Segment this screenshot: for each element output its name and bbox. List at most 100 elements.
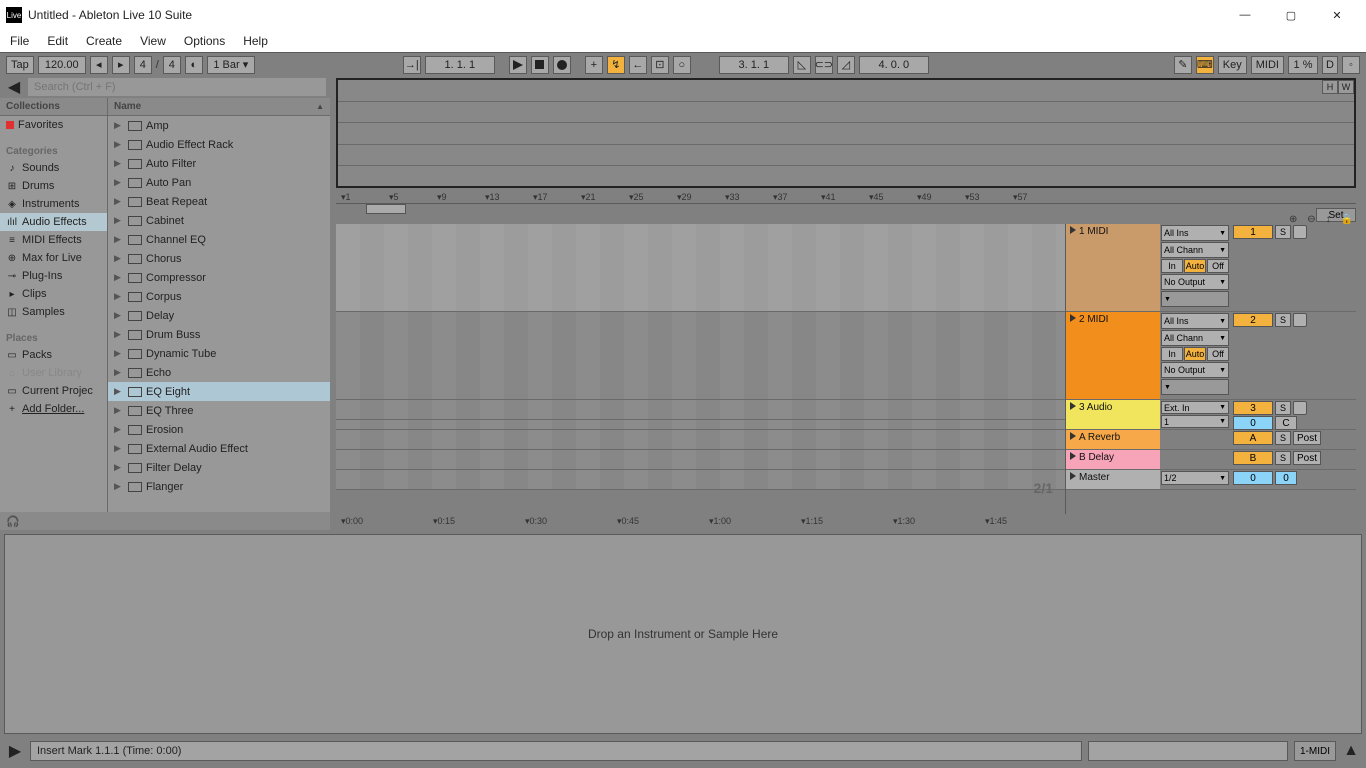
device-item[interactable]: ▶Auto Filter — [108, 154, 330, 173]
loop-button[interactable]: ⊂⊃ — [815, 56, 833, 74]
punch-position[interactable]: 3. 1. 1 — [719, 56, 789, 74]
output-channel[interactable] — [1161, 291, 1229, 307]
output-channel[interactable] — [1161, 379, 1229, 395]
monitor-off[interactable]: Off — [1207, 259, 1229, 273]
loop-brace[interactable] — [366, 204, 406, 214]
close-button[interactable]: ✕ — [1314, 0, 1360, 30]
lock-icon[interactable]: 🔒 — [1341, 214, 1353, 225]
input-channel[interactable]: All Chann — [1161, 242, 1229, 258]
device-item[interactable]: ▶Chorus — [108, 249, 330, 268]
punch-out-button[interactable]: ◿ — [837, 56, 855, 74]
loop-length[interactable]: 4. 0. 0 — [859, 56, 929, 74]
sig-num[interactable]: 4 — [134, 56, 152, 74]
monitor-in[interactable]: In — [1161, 347, 1183, 361]
solo[interactable]: S — [1275, 225, 1291, 239]
pan[interactable]: C — [1275, 416, 1297, 430]
master-header[interactable]: Master 1/2 00 — [1066, 470, 1356, 490]
output-type[interactable]: No Output — [1161, 274, 1229, 290]
activator[interactable]: A — [1233, 431, 1273, 445]
track-3-header[interactable]: 3 Audio Ext. In 1 3S 0C — [1066, 400, 1356, 430]
cat-midi-effects[interactable]: ≡MIDI Effects — [0, 231, 107, 249]
menu-options[interactable]: Options — [184, 34, 225, 48]
overdub-button[interactable]: + — [585, 56, 603, 74]
track-1-header[interactable]: 1 MIDI All Ins All Chann InAutoOff No Ou… — [1066, 224, 1356, 312]
capture-button[interactable]: ⊡ — [651, 56, 669, 74]
track-name[interactable]: A Reverb — [1079, 432, 1120, 443]
track-2-header[interactable]: 2 MIDI All Ins All Chann InAutoOff No Ou… — [1066, 312, 1356, 400]
monitor-in[interactable]: In — [1161, 259, 1183, 273]
draw-mode-button[interactable]: ✎ — [1174, 56, 1192, 74]
solo[interactable]: S — [1275, 451, 1291, 465]
nudge-up-button[interactable]: ▸ — [112, 56, 130, 74]
solo[interactable]: S — [1275, 401, 1291, 415]
device-item[interactable]: ▶Flanger — [108, 477, 330, 496]
menu-edit[interactable]: Edit — [47, 34, 68, 48]
tempo-field[interactable]: 120.00 — [38, 56, 86, 74]
arm[interactable] — [1293, 401, 1307, 415]
device-item[interactable]: ▶Cabinet — [108, 211, 330, 230]
place-current-project[interactable]: ▭Current Projec — [0, 382, 107, 400]
fold-icon[interactable] — [1070, 314, 1076, 322]
search-input[interactable] — [28, 78, 326, 96]
cat-instruments[interactable]: ◈Instruments — [0, 195, 107, 213]
cat-audio-effects[interactable]: ılılAudio Effects — [0, 213, 107, 231]
name-column-header[interactable]: Name▲ — [108, 98, 330, 116]
device-item[interactable]: ▶Audio Effect Rack — [108, 135, 330, 154]
sig-den[interactable]: 4 — [163, 56, 181, 74]
device-item[interactable]: ▶Delay — [108, 306, 330, 325]
play-icon[interactable] — [1070, 472, 1076, 480]
overload-indicator[interactable]: D — [1322, 56, 1338, 74]
solo[interactable]: S — [1275, 313, 1291, 327]
place-packs[interactable]: ▭Packs — [0, 346, 107, 364]
device-item[interactable]: ▶Drum Buss — [108, 325, 330, 344]
browser-back-button[interactable]: ◀ — [4, 78, 24, 96]
device-item[interactable]: ▶Auto Pan — [108, 173, 330, 192]
device-item[interactable]: ▶Compressor — [108, 268, 330, 287]
play-icon[interactable] — [1070, 432, 1076, 440]
record-button[interactable] — [553, 56, 571, 74]
cat-sounds[interactable]: ♪Sounds — [0, 159, 107, 177]
play-icon[interactable] — [1070, 452, 1076, 460]
tap-button[interactable]: Tap — [6, 56, 34, 74]
preview-button[interactable]: 🎧 — [6, 515, 20, 528]
track-name[interactable]: Master — [1079, 472, 1110, 483]
input-channel[interactable]: All Chann — [1161, 330, 1229, 346]
device-item[interactable]: ▶Amp — [108, 116, 330, 135]
activator[interactable]: 2 — [1233, 313, 1273, 327]
activator[interactable]: 3 — [1233, 401, 1273, 415]
volume[interactable]: 0 — [1233, 416, 1273, 430]
menu-help[interactable]: Help — [243, 34, 268, 48]
cat-max-for-live[interactable]: ⊕Max for Live — [0, 249, 107, 267]
monitor-auto[interactable]: Auto — [1184, 259, 1206, 273]
input-type[interactable]: All Ins — [1161, 313, 1229, 329]
device-item[interactable]: ▶Filter Delay — [108, 458, 330, 477]
add-icon[interactable]: ⊕ — [1289, 214, 1297, 225]
input-channel[interactable]: 1 — [1161, 415, 1229, 428]
device-item[interactable]: ▶Corpus — [108, 287, 330, 306]
help-view-button[interactable]: ▶ — [6, 742, 24, 760]
cue-out[interactable]: 1/2 — [1161, 471, 1229, 485]
track-name[interactable]: 1 MIDI — [1079, 226, 1108, 237]
arm[interactable] — [1293, 225, 1307, 239]
time-ruler[interactable]: ▾0:00▾0:15▾0:30▾0:45▾1:00▾1:15▾1:30▾1:45 — [336, 514, 1356, 530]
return-b-header[interactable]: B Delay BSPost — [1066, 450, 1356, 470]
midi-map-button[interactable]: MIDI — [1251, 56, 1284, 74]
activator[interactable]: B — [1233, 451, 1273, 465]
device-item[interactable]: ▶EQ Eight — [108, 382, 330, 401]
device-item[interactable]: ▶Echo — [108, 363, 330, 382]
fold-icon[interactable] — [1070, 226, 1076, 234]
reenable-automation-button[interactable]: ← — [629, 56, 647, 74]
bar-ruler[interactable]: ▾1▾5▾9▾13▾17▾21▾25▾29▾33▾37▾41▾45▾49▾53▾… — [336, 190, 1356, 204]
detail-view[interactable]: Drop an Instrument or Sample Here — [4, 534, 1362, 734]
output-type[interactable]: No Output — [1161, 362, 1229, 378]
device-item[interactable]: ▶Dynamic Tube — [108, 344, 330, 363]
punch-in-button[interactable]: ◺ — [793, 56, 811, 74]
automation-arm-button[interactable]: ↯ — [607, 56, 625, 74]
track-name[interactable]: 2 MIDI — [1079, 314, 1108, 325]
post[interactable]: Post — [1293, 451, 1321, 465]
input-type[interactable]: All Ins — [1161, 225, 1229, 241]
key-map-button[interactable]: Key — [1218, 56, 1247, 74]
computer-midi-button[interactable]: ⌨ — [1196, 56, 1214, 74]
track-name[interactable]: B Delay — [1079, 452, 1114, 463]
cat-samples[interactable]: ◫Samples — [0, 303, 107, 321]
